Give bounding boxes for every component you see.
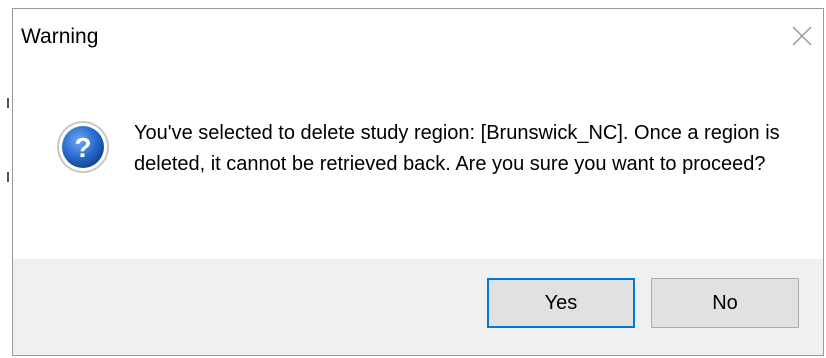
yes-button[interactable]: Yes — [487, 278, 635, 328]
dialog-title: Warning — [21, 25, 99, 48]
background-edge-mark — [7, 98, 9, 108]
question-icon: ? — [57, 121, 109, 173]
svg-text:?: ? — [74, 132, 91, 163]
no-button[interactable]: No — [651, 278, 799, 328]
message-text: You've selected to delete study region: … — [134, 122, 780, 175]
message-area: ? You've selected to delete study region… — [13, 67, 823, 257]
button-bar: Yes No — [13, 259, 823, 355]
warning-dialog: Warning ? You've selected to delete stud… — [12, 8, 824, 356]
title-bar[interactable]: Warning — [13, 9, 823, 67]
close-button[interactable] — [787, 21, 817, 51]
close-x-icon — [792, 26, 812, 46]
background-edge-mark — [7, 172, 9, 182]
